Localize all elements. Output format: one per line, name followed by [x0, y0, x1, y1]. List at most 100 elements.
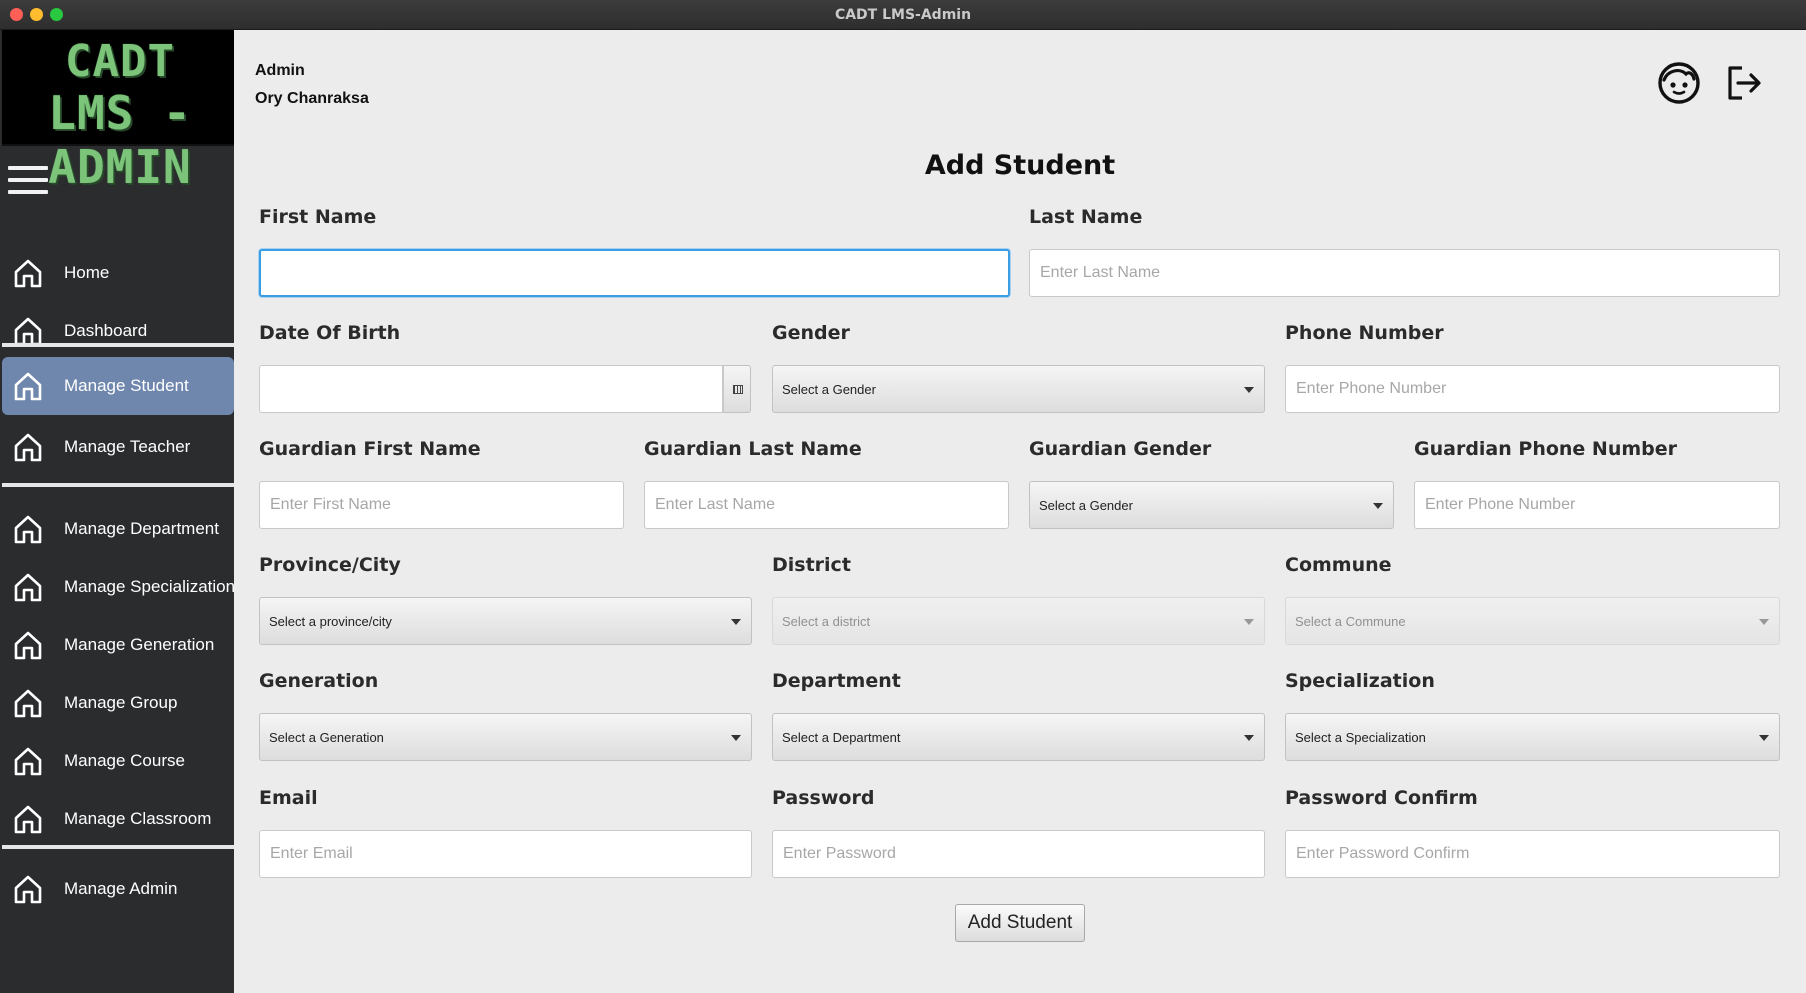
generation-label: Generation: [259, 670, 379, 692]
phone-number-input[interactable]: [1285, 365, 1780, 413]
window-title: CADT LMS-Admin: [834, 7, 972, 23]
guardian-last-name-input[interactable]: [644, 481, 1009, 529]
window-titlebar: CADT LMS-Admin: [0, 0, 1806, 30]
department-select[interactable]: Select a Department: [772, 713, 1265, 761]
sidebar-item-manage-group[interactable]: Manage Group: [2, 677, 234, 729]
sidebar-item-dashboard[interactable]: Dashboard: [2, 305, 234, 357]
district-select-value: Select a district: [782, 614, 871, 629]
logout-button[interactable]: [1722, 60, 1768, 106]
user-name: Ory Chanraksa: [255, 90, 369, 107]
add-student-button[interactable]: Add Student: [955, 904, 1085, 942]
chevron-down-icon: [1759, 619, 1769, 625]
gender-select-value: Select a Gender: [782, 382, 876, 397]
specialization-label: Specialization: [1285, 670, 1435, 692]
calendar-icon: [733, 385, 743, 394]
first-name-input[interactable]: [259, 249, 1010, 297]
chevron-down-icon: [1759, 735, 1769, 741]
guardian-first-name-input[interactable]: [259, 481, 624, 529]
last-name-label: Last Name: [1029, 206, 1143, 228]
logo-line-1: CADT: [65, 36, 175, 87]
last-name-input[interactable]: [1029, 249, 1780, 297]
commune-select[interactable]: Select a Commune: [1285, 597, 1780, 645]
password-input[interactable]: [772, 830, 1265, 878]
home-icon: [14, 875, 42, 904]
sidebar-item-label: Manage Group: [64, 693, 178, 712]
sidebar-divider: [2, 483, 234, 487]
home-icon: [14, 747, 42, 776]
guardian-phone-number-input[interactable]: [1414, 481, 1780, 529]
sidebar-item-manage-teacher[interactable]: Manage Teacher: [2, 421, 234, 473]
password-confirm-input[interactable]: [1285, 830, 1780, 878]
province-label: Province/City: [259, 554, 401, 576]
sidebar: CADT LMS - ADMIN Home Dashboard Manage S…: [0, 30, 238, 993]
generation-select-value: Select a Generation: [269, 730, 384, 745]
password-confirm-label: Password Confirm: [1285, 787, 1478, 809]
sidebar-item-label: Manage Generation: [64, 635, 215, 654]
gender-select[interactable]: Select a Gender: [772, 365, 1265, 413]
chevron-down-icon: [1244, 387, 1254, 393]
sidebar-item-manage-classroom[interactable]: Manage Classroom: [2, 793, 234, 845]
email-label: Email: [259, 787, 318, 809]
sidebar-item-label: Manage Teacher: [64, 437, 191, 456]
chevron-down-icon: [1244, 619, 1254, 625]
guardian-first-name-label: Guardian First Name: [259, 438, 481, 460]
date-of-birth-label: Date Of Birth: [259, 322, 401, 344]
home-icon: [14, 515, 42, 544]
home-icon: [14, 259, 42, 288]
home-icon: [14, 372, 42, 401]
user-role: Admin: [255, 62, 305, 79]
home-icon: [14, 631, 42, 660]
province-select-value: Select a province/city: [269, 614, 392, 629]
district-select[interactable]: Select a district: [772, 597, 1265, 645]
chevron-down-icon: [731, 735, 741, 741]
sidebar-item-label: Manage Specialization: [64, 577, 236, 596]
gender-label: Gender: [772, 322, 850, 344]
sidebar-item-manage-specialization[interactable]: Manage Specialization: [2, 561, 236, 613]
guardian-phone-number-label: Guardian Phone Number: [1414, 438, 1678, 460]
guardian-gender-select-value: Select a Gender: [1039, 498, 1133, 513]
menu-toggle-icon[interactable]: [8, 166, 48, 196]
sidebar-item-home[interactable]: Home: [2, 247, 234, 299]
district-label: District: [772, 554, 851, 576]
province-select[interactable]: Select a province/city: [259, 597, 752, 645]
sidebar-item-label: Manage Course: [64, 751, 185, 770]
app-logo: CADT LMS - ADMIN: [2, 30, 238, 194]
chevron-down-icon: [731, 619, 741, 625]
sidebar-item-label: Home: [64, 263, 110, 282]
chevron-down-icon: [1373, 503, 1383, 509]
sidebar-item-manage-admin[interactable]: Manage Admin: [2, 863, 234, 915]
guardian-last-name-label: Guardian Last Name: [644, 438, 862, 460]
phone-number-label: Phone Number: [1285, 322, 1444, 344]
sidebar-item-label: Manage Department: [64, 519, 219, 538]
logout-icon: [1728, 66, 1761, 100]
home-icon: [14, 805, 42, 834]
password-label: Password: [772, 787, 875, 809]
date-of-birth-input[interactable]: [259, 365, 723, 413]
guardian-gender-select[interactable]: Select a Gender: [1029, 481, 1394, 529]
home-icon: [14, 573, 42, 602]
sidebar-item-manage-student[interactable]: Manage Student: [2, 357, 234, 415]
department-select-value: Select a Department: [782, 730, 901, 745]
sidebar-item-manage-generation[interactable]: Manage Generation: [2, 619, 234, 671]
face-icon: [1658, 62, 1700, 104]
sidebar-item-label: Manage Classroom: [64, 809, 212, 828]
sidebar-item-label: Dashboard: [64, 321, 148, 340]
sidebar-item-manage-department[interactable]: Manage Department: [2, 503, 234, 555]
main-content: Admin Ory Chanraksa Add Student First Na…: [234, 30, 1806, 993]
page-title: Add Student: [924, 150, 1116, 181]
home-icon: [14, 689, 42, 718]
sidebar-item-label: Manage Admin: [64, 879, 178, 898]
home-icon: [14, 433, 42, 462]
guardian-gender-label: Guardian Gender: [1029, 438, 1212, 460]
department-label: Department: [772, 670, 901, 692]
specialization-select-value: Select a Specialization: [1295, 730, 1426, 745]
first-name-label: First Name: [259, 206, 377, 228]
sidebar-divider: [2, 343, 234, 347]
generation-select[interactable]: Select a Generation: [259, 713, 752, 761]
specialization-select[interactable]: Select a Specialization: [1285, 713, 1780, 761]
sidebar-item-manage-course[interactable]: Manage Course: [2, 735, 234, 787]
sidebar-divider: [2, 845, 234, 849]
profile-button[interactable]: [1656, 60, 1702, 106]
email-input[interactable]: [259, 830, 752, 878]
date-picker-button[interactable]: [723, 365, 751, 413]
